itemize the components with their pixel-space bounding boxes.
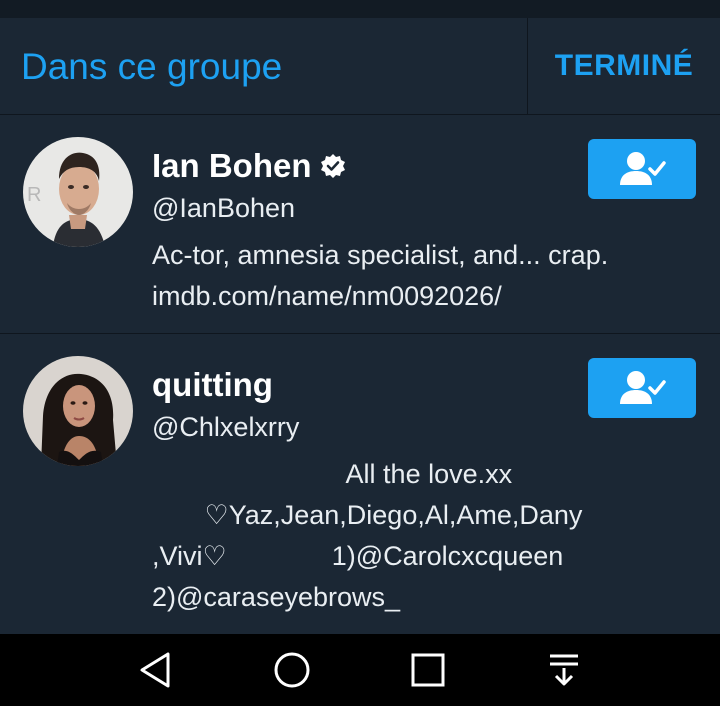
display-name: quitting <box>152 366 273 403</box>
avatar[interactable] <box>23 356 133 466</box>
name-row: quitting <box>152 366 273 404</box>
status-bar <box>0 0 720 18</box>
user-handle: @IanBohen <box>152 193 296 223</box>
following-button[interactable] <box>588 358 696 418</box>
name-row: Ian Bohen <box>152 147 346 185</box>
header: Dans ce groupe TERMINÉ <box>0 18 720 115</box>
download-tray-icon[interactable] <box>542 648 586 692</box>
display-name: Ian Bohen <box>152 147 312 184</box>
bio-line[interactable]: ,Vivi♡ 1)@Carolcxcqueen <box>152 536 582 577</box>
following-person-check-icon <box>620 152 666 185</box>
done-button[interactable]: TERMINÉ <box>528 18 720 114</box>
bio-line[interactable]: 2)@caraseyebrows_ <box>152 577 582 618</box>
verified-badge-icon <box>320 153 346 179</box>
page-title: Dans ce groupe <box>21 46 283 87</box>
avatar[interactable]: R <box>23 137 133 247</box>
following-button[interactable] <box>588 139 696 199</box>
user-bio: Ac-tor, amnesia specialist, and... crap.… <box>152 235 608 317</box>
user-list-item[interactable]: quitting @Chlxelxrry All the love.xx ♡Ya… <box>0 334 720 634</box>
triangle-back-icon[interactable] <box>134 648 178 692</box>
user-handle: @Chlxelxrry <box>152 412 300 442</box>
user-list-item[interactable]: R Ian Bohen @IanBohen Ac-tor, amnesia sp… <box>0 115 720 334</box>
user-bio: All the love.xx ♡Yaz,Jean,Diego,Al,Ame,D… <box>152 454 582 618</box>
system-nav-bar <box>0 634 720 706</box>
bio-link[interactable]: imdb.com/name/nm0092026/ <box>152 276 608 317</box>
bio-line: Ac-tor, amnesia specialist, and... crap. <box>152 240 609 270</box>
following-person-check-icon <box>620 371 666 404</box>
square-recents-icon[interactable] <box>406 648 450 692</box>
bio-line: ♡Yaz,Jean,Diego,Al,Ame,Dany <box>152 500 583 530</box>
svg-text:R: R <box>27 184 41 206</box>
circle-home-icon[interactable] <box>270 648 314 692</box>
bio-line: All the love.xx <box>152 459 513 489</box>
